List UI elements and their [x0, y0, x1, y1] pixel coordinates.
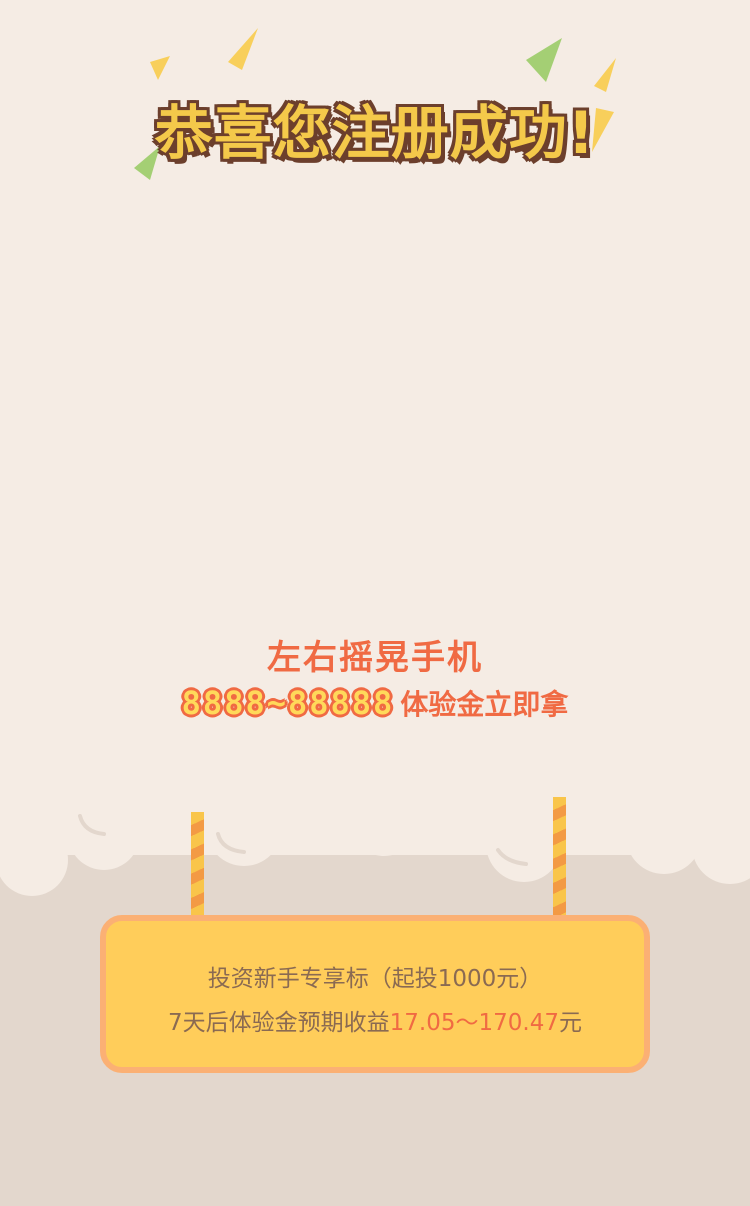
expected-return-unit: 元	[558, 1010, 582, 1036]
sign-pole-right	[553, 797, 566, 918]
shake-instruction: 左右摇晃手机	[267, 638, 483, 678]
reward-amount: 8888~88888	[181, 684, 395, 722]
sign-pole-left	[191, 812, 204, 918]
success-page: 恭喜您注册成功! 左右摇晃手机 8888~88888 体验金立即拿 投资新手专享…	[0, 0, 750, 1206]
shake-reward: 8888~88888 体验金立即拿	[0, 683, 750, 723]
confetti-yellow-1	[150, 56, 170, 80]
confetti-green-1	[526, 38, 562, 82]
confetti-yellow-2	[228, 28, 258, 70]
product-name: 投资新手专享标（起投1000元）	[207, 966, 543, 992]
expected-return: 7天后体验金预期收益17.05～170.47元	[106, 1003, 644, 1037]
expected-return-label: 7天后体验金预期收益	[168, 1010, 390, 1036]
page-title: 恭喜您注册成功!	[154, 99, 596, 167]
cloud-band	[0, 790, 750, 896]
reward-suffix: 体验金立即拿	[400, 688, 569, 721]
expected-return-range: 17.05～170.47	[389, 1010, 559, 1036]
product-sign: 投资新手专享标（起投1000元） 7天后体验金预期收益17.05～170.47元	[100, 915, 650, 1073]
